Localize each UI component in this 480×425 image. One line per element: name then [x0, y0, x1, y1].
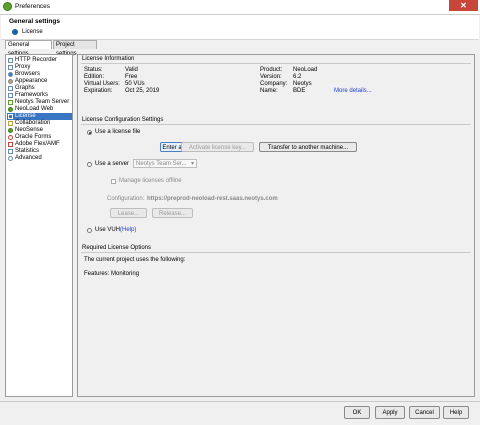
team-server-icon [8, 100, 13, 105]
name-value: BDE [293, 88, 306, 94]
flex-icon [8, 142, 13, 147]
tree-item-license[interactable]: License [7, 113, 72, 120]
license-icon [8, 114, 13, 119]
close-button[interactable]: ✕ [449, 0, 478, 11]
edition-value: Free [125, 74, 138, 80]
page-title: General settings [9, 18, 60, 25]
use-server-label: Use a server [95, 161, 130, 167]
use-server-radio[interactable] [87, 162, 92, 167]
more-details-link[interactable]: More details... [334, 88, 372, 94]
tree-item-adobe-flex[interactable]: Adobe Flex/AMF [7, 141, 72, 148]
window-title: Preferences [15, 3, 51, 10]
use-vuh-radio[interactable] [87, 228, 92, 233]
lease-button[interactable]: Lease... [110, 208, 147, 218]
transfer-button[interactable]: Transfer to another machine... [259, 142, 357, 152]
server-select-value: Neotys Team Ser... [136, 161, 187, 167]
company-label: Company: [260, 81, 288, 87]
info-icon [12, 29, 18, 35]
tree-item-browsers[interactable]: Browsers [7, 71, 72, 78]
required-options-title: Required License Options [82, 245, 152, 251]
manage-offline-label: Manage licenses offline [119, 178, 182, 184]
product-label: Product: [260, 67, 283, 73]
use-vuh-label: Use VUH [95, 227, 121, 233]
graph-icon [8, 86, 13, 91]
apply-button[interactable]: Apply [375, 406, 405, 419]
expiration-label: Expiration: [84, 88, 113, 94]
tree-item-neosense[interactable]: NeoSense [7, 127, 72, 134]
configuration-url: https://preprod-neoload-rest.saas.neotys… [147, 196, 278, 202]
license-file-label: Use a license file [95, 129, 141, 135]
title-bar [0, 0, 480, 15]
ok-button[interactable]: OK [344, 406, 370, 419]
tree-item-neoload-web[interactable]: NeoLoad Web [7, 106, 72, 113]
expiration-value: Oct 25, 2019 [125, 88, 160, 94]
version-value: 6.2 [293, 74, 302, 80]
collaboration-icon [8, 121, 13, 126]
edition-label: Edition: [84, 74, 105, 80]
status-value: Valid [125, 67, 138, 73]
page-subtitle: License [22, 29, 43, 35]
required-features: Features: Monitoring [84, 271, 140, 277]
server-select[interactable]: Neotys Team Ser... ▾ [133, 159, 197, 168]
oracle-icon [8, 135, 13, 140]
tree-item-http-recorder[interactable]: HTTP Recorder [7, 57, 72, 64]
tree-item-team-server[interactable]: Neotys Team Server [7, 99, 72, 106]
header-panel [1, 15, 479, 40]
globe-icon [8, 72, 13, 77]
cancel-button[interactable]: Cancel [409, 406, 440, 419]
divider [81, 252, 471, 253]
statistics-icon [8, 149, 13, 154]
neoload-web-icon [8, 107, 13, 112]
tree-item-proxy[interactable]: Proxy [7, 64, 72, 71]
proxy-icon [8, 65, 13, 70]
chevron-down-icon: ▾ [190, 161, 194, 167]
settings-tree: HTTP Recorder Proxy Browsers Appearance … [5, 54, 73, 397]
gear-icon [8, 156, 13, 161]
license-panel [77, 54, 475, 397]
company-value: Neotys [293, 81, 312, 87]
tab-project-settings[interactable]: Project settings [53, 40, 97, 57]
manage-offline-checkbox[interactable] [111, 179, 116, 184]
license-info-title: License Information [82, 56, 135, 62]
product-value: NeoLoad [293, 67, 318, 73]
tree-item-graphs[interactable]: Graphs [7, 85, 72, 92]
tree-item-frameworks[interactable]: Frameworks [7, 92, 72, 99]
divider [81, 63, 471, 64]
divider [0, 401, 480, 402]
status-label: Status: [84, 67, 103, 73]
name-label: Name: [260, 88, 278, 94]
activate-license-key-button[interactable]: Activate license key... [181, 142, 254, 152]
tree-item-advanced[interactable]: Advanced [7, 155, 72, 162]
tree-item-oracle-forms[interactable]: Oracle Forms [7, 134, 72, 141]
frameworks-icon [8, 93, 13, 98]
tree-item-collaboration[interactable]: Collaboration [7, 120, 72, 127]
neosense-icon [8, 128, 13, 133]
recorder-icon [8, 58, 13, 63]
tree-item-appearance[interactable]: Appearance [7, 78, 72, 85]
palette-icon [8, 79, 13, 84]
version-label: Version: [260, 74, 282, 80]
configuration-label: Configuration: [107, 196, 145, 202]
release-button[interactable]: Release... [152, 208, 193, 218]
license-file-radio[interactable] [87, 130, 92, 135]
config-title: License Configuration Settings [82, 117, 164, 123]
divider [81, 124, 471, 125]
app-icon [3, 2, 12, 11]
help-link[interactable]: (Help) [120, 227, 136, 233]
virtual-users-value: 50 VUs [125, 81, 145, 87]
help-button[interactable]: Help [443, 406, 469, 419]
tab-general-settings[interactable]: General settings [5, 40, 52, 57]
required-options-intro: The current project uses the following: [84, 257, 186, 263]
virtual-users-label: Virtual Users: [84, 81, 120, 87]
tree-item-statistics[interactable]: Statistics [7, 148, 72, 155]
